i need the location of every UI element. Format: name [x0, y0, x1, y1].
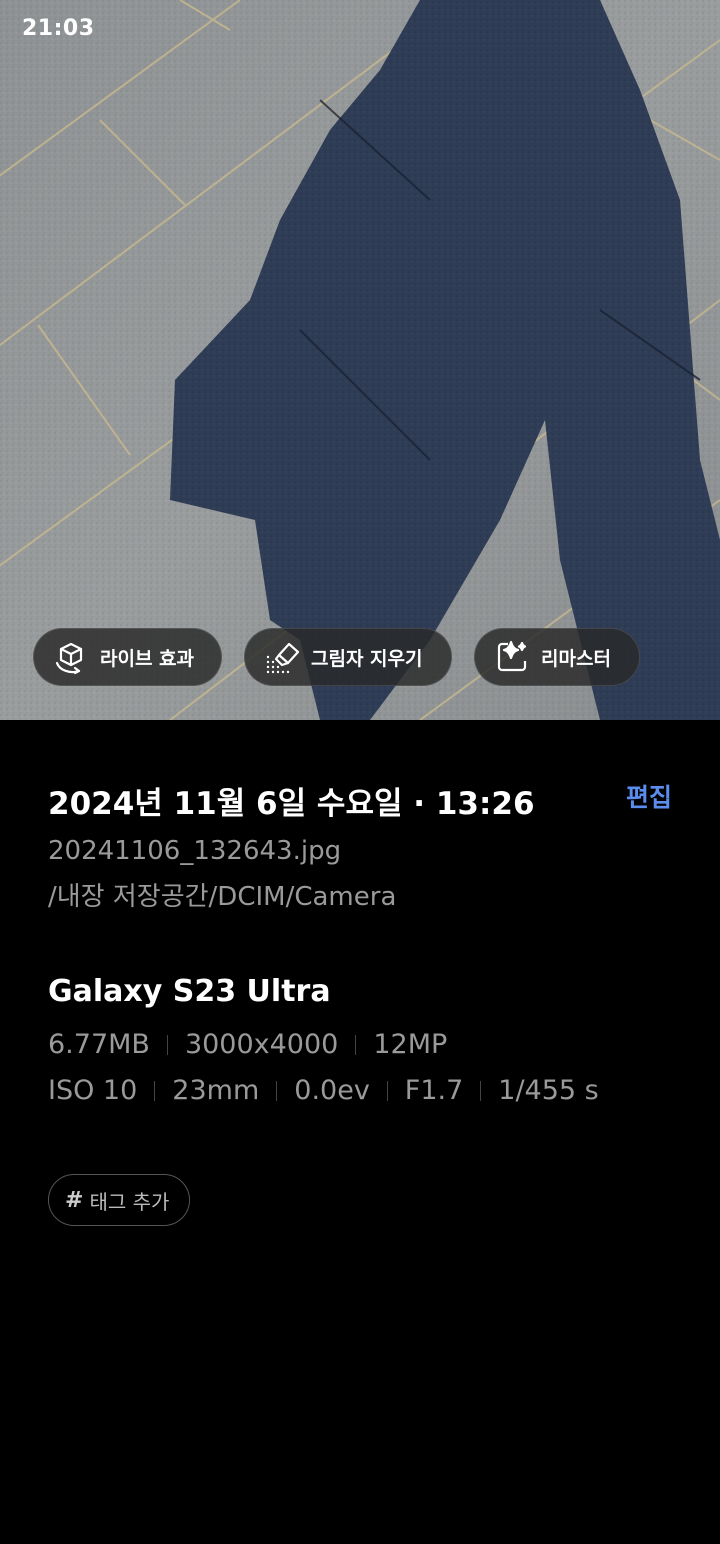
focal-length: 23mm — [172, 1075, 260, 1106]
divider — [166, 1035, 168, 1055]
divider — [154, 1081, 156, 1101]
file-name: 20241106_132643.jpg — [48, 836, 342, 866]
shutter-speed: 1/455 s — [498, 1075, 599, 1106]
camera-specs-row: ISO 10 23mm 0.0ev F1.7 1/455 s — [48, 1068, 680, 1114]
photo-image — [0, 0, 720, 720]
shadow-eraser-button[interactable]: 그림자 지우기 — [244, 628, 452, 686]
shadow-eraser-label: 그림자 지우기 — [311, 647, 423, 670]
remaster-button[interactable]: 리마스터 — [474, 628, 640, 686]
photo-details-panel: 2024년 11월 6일 수요일 · 13:26 편집 20241106_132… — [48, 780, 680, 1226]
edit-button[interactable]: 편집 — [626, 780, 672, 816]
remaster-label: 리마스터 — [541, 647, 611, 670]
shadow-eraser-icon — [263, 638, 301, 676]
divider — [386, 1081, 388, 1101]
aperture: F1.7 — [404, 1075, 464, 1106]
remaster-icon — [493, 638, 531, 676]
file-size: 6.77MB — [48, 1029, 150, 1060]
divider — [355, 1035, 357, 1055]
photo-viewer[interactable] — [0, 0, 720, 720]
photo-action-bar: 라이브 효과 그림자 지우기 리마스터 — [33, 628, 640, 686]
iso-value: ISO 10 — [48, 1075, 138, 1106]
live-effect-icon — [52, 638, 90, 676]
device-model: Galaxy S23 Ultra — [48, 974, 331, 1009]
date-time-title: 2024년 11월 6일 수요일 · 13:26 — [48, 786, 535, 822]
hashtag-icon: # — [65, 1187, 84, 1213]
add-tag-label: 태그 추가 — [89, 1189, 170, 1214]
live-effect-label: 라이브 효과 — [100, 647, 195, 670]
megapixels: 12MP — [373, 1029, 448, 1060]
file-specs-row: 6.77MB 3000x4000 12MP — [48, 1022, 680, 1068]
status-bar-time: 21:03 — [22, 16, 95, 41]
live-effect-button[interactable]: 라이브 효과 — [33, 628, 222, 686]
file-path: /내장 저장공간/DCIM/Camera — [48, 882, 397, 912]
divider — [276, 1081, 278, 1101]
resolution: 3000x4000 — [184, 1029, 339, 1060]
divider — [480, 1081, 482, 1101]
add-tag-button[interactable]: # 태그 추가 — [48, 1174, 191, 1226]
exposure-value: 0.0ev — [294, 1075, 370, 1106]
